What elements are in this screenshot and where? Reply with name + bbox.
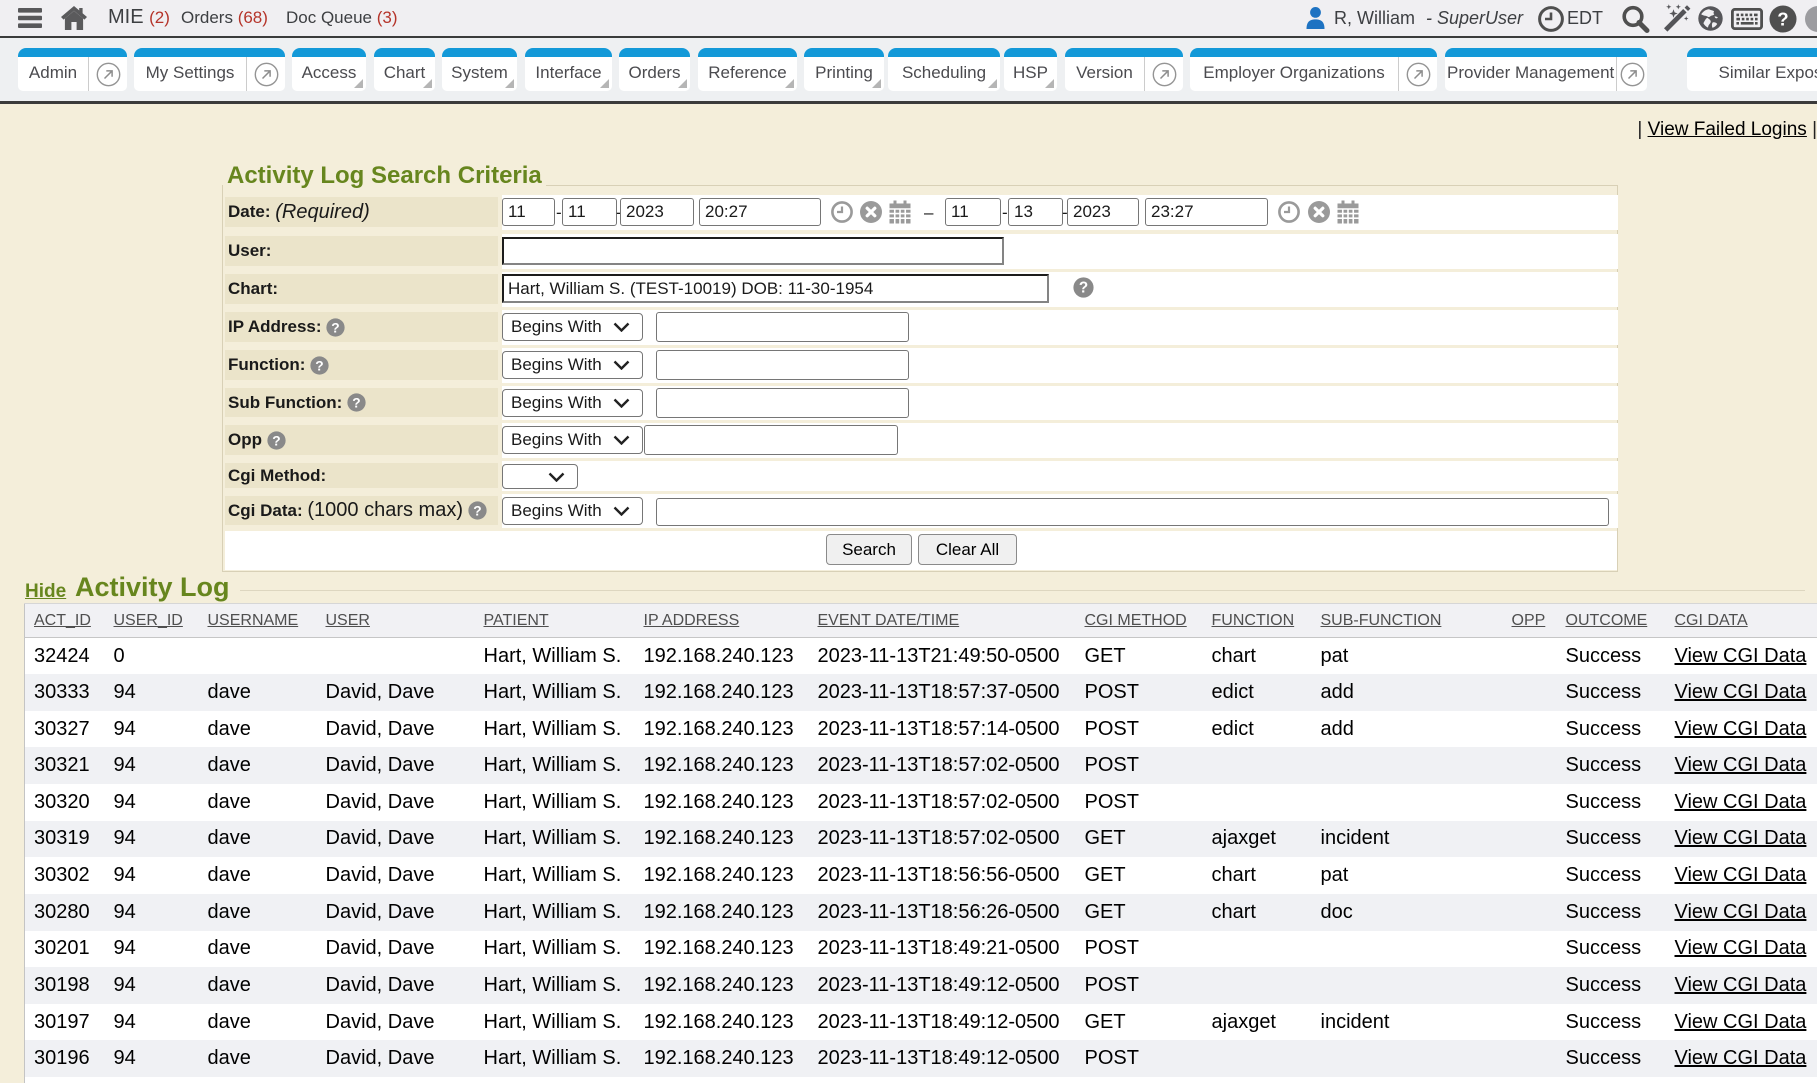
svg-text:?: ? xyxy=(1777,9,1788,30)
svg-text:?: ? xyxy=(315,358,323,373)
svg-text:?: ? xyxy=(332,320,340,335)
svg-text:?: ? xyxy=(272,433,280,448)
svg-text:?: ? xyxy=(473,503,481,518)
svg-text:?: ? xyxy=(1079,280,1088,297)
svg-text:?: ? xyxy=(352,395,360,410)
